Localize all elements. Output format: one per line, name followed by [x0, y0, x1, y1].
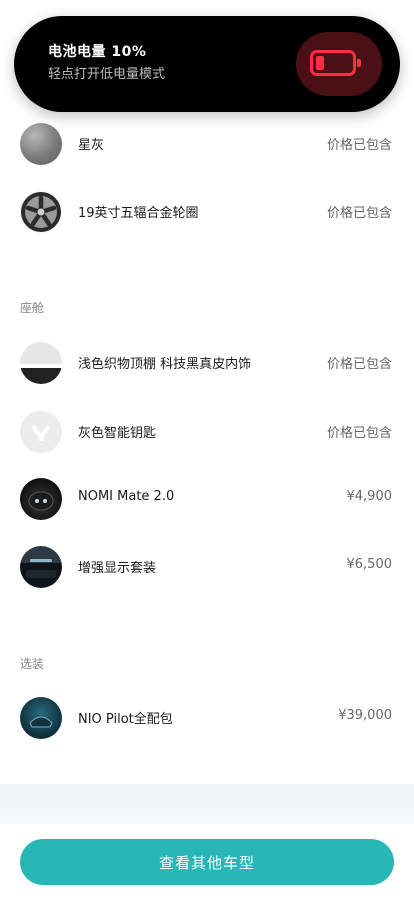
- banner-title: 电池电量 10%: [48, 44, 147, 60]
- list-item-nio-pilot[interactable]: NIO Pilot全配包 ¥39,000: [0, 693, 414, 741]
- list-item-nomi-mate[interactable]: NOMI Mate 2.0 ¥4,900: [0, 474, 414, 522]
- interior-swatch-icon: [20, 342, 62, 384]
- list-item-interior[interactable]: 浅色织物顶棚 科技黑真皮内饰 价格已包含: [0, 338, 414, 386]
- item-name: 星灰: [78, 138, 105, 153]
- view-other-models-button[interactable]: 查看其他车型: [20, 839, 394, 885]
- banner-subtitle: 轻点打开低电量模式: [48, 67, 166, 82]
- battery-low-icon: [310, 50, 361, 76]
- item-name: 浅色织物顶棚 科技黑真皮内饰: [78, 357, 252, 372]
- item-name: NOMI Mate 2.0: [78, 489, 175, 504]
- item-price: ¥6,500: [346, 557, 393, 572]
- display-kit-icon: [20, 546, 62, 588]
- item-name: 19英寸五辐合金轮圈: [78, 206, 199, 221]
- item-price: 价格已包含: [326, 206, 392, 221]
- nomi-mate-icon: [20, 478, 62, 520]
- list-item-color[interactable]: 星灰 价格已包含: [0, 119, 414, 167]
- item-name: 增强显示套装: [78, 561, 157, 576]
- section-label-cabin: 座舱: [20, 301, 45, 315]
- nio-pilot-icon: [20, 697, 62, 739]
- list-item-smart-key[interactable]: 灰色智能钥匙 价格已包含: [0, 407, 414, 455]
- color-swatch-icon: [20, 123, 62, 165]
- low-power-mode-button[interactable]: [296, 32, 382, 96]
- item-price: ¥39,000: [338, 708, 392, 723]
- section-label-options: 选装: [20, 657, 45, 671]
- list-item-wheel[interactable]: 19英寸五辐合金轮圈 价格已包含: [0, 187, 414, 235]
- item-price: ¥4,900: [346, 489, 393, 504]
- item-name: 灰色智能钥匙: [78, 426, 157, 441]
- low-battery-banner[interactable]: 电池电量 10% 轻点打开低电量模式: [14, 16, 400, 112]
- item-name: NIO Pilot全配包: [78, 712, 173, 727]
- wheel-rim-icon: [20, 191, 62, 233]
- scroll-fade: [0, 784, 414, 824]
- item-price: 价格已包含: [326, 138, 392, 153]
- item-price: 价格已包含: [326, 426, 392, 441]
- item-price: 价格已包含: [326, 357, 392, 372]
- list-item-display-kit[interactable]: 增强显示套装 ¥6,500: [0, 542, 414, 590]
- smart-key-icon: [20, 411, 62, 453]
